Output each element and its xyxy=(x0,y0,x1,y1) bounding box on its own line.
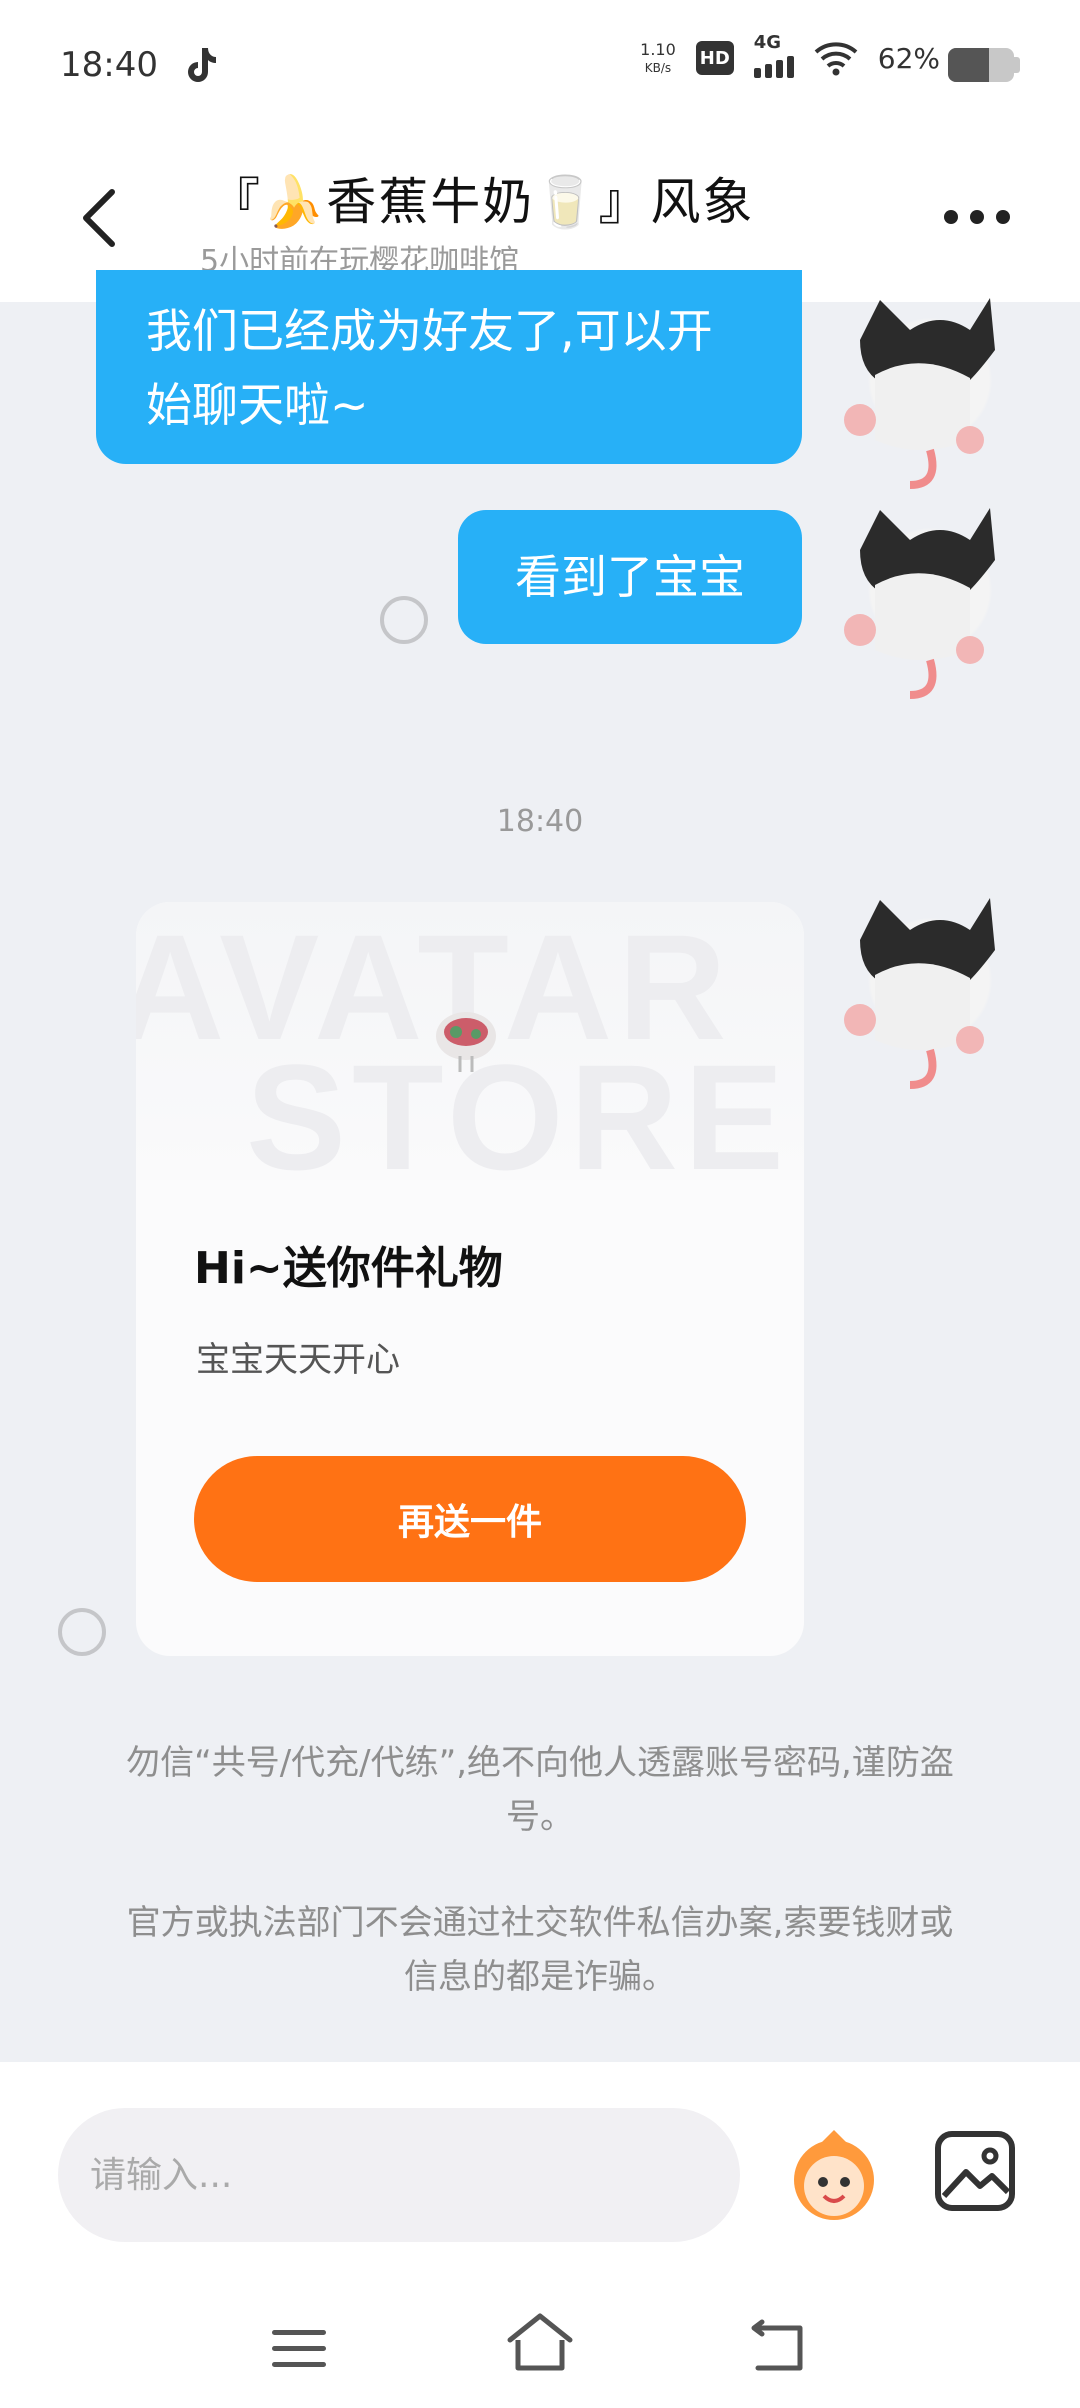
avatar[interactable] xyxy=(820,500,1020,700)
back-nav-icon[interactable] xyxy=(748,2318,808,2374)
home-icon[interactable] xyxy=(504,2310,576,2374)
back-icon[interactable] xyxy=(76,186,120,250)
message-bubble[interactable]: 我们已经成为好友了,可以开始聊天啦~ xyxy=(96,270,802,464)
status-indicators: 1.10 KB/s HD 4G 62% xyxy=(640,32,940,78)
avatar[interactable] xyxy=(820,890,1020,1090)
gift-title: Hi~送你件礼物 xyxy=(194,1243,503,1294)
network-label: 4G xyxy=(753,32,782,53)
watermark-text: STORE xyxy=(246,1033,791,1201)
signal-icon: 4G xyxy=(753,32,794,78)
net-speed-value: 1.10 xyxy=(640,40,676,59)
tiktok-icon xyxy=(187,48,216,82)
message-input[interactable] xyxy=(58,2108,740,2242)
net-speed-unit: KB/s xyxy=(644,61,672,75)
message-status-icon xyxy=(58,1608,106,1656)
menu-icon[interactable] xyxy=(270,2326,328,2372)
chat-title: 『🍌香蕉牛奶🥛』风象 xyxy=(210,173,755,231)
gift-item-icon xyxy=(436,1012,496,1072)
gift-message: 宝宝天天开心 xyxy=(196,1340,400,1380)
avatar[interactable] xyxy=(820,290,1020,490)
message-bubble[interactable]: 看到了宝宝 xyxy=(458,510,802,644)
battery-icon xyxy=(948,48,1014,82)
battery-fill xyxy=(948,48,989,82)
status-time: 18:40 xyxy=(60,45,158,85)
battery-tip xyxy=(1014,57,1020,73)
wifi-icon xyxy=(814,42,858,76)
chat-timestamp: 18:40 xyxy=(496,804,584,839)
hd-badge: HD xyxy=(695,41,734,75)
sticker-icon[interactable] xyxy=(780,2122,888,2230)
security-notice: 勿信“共号/代充/代练”,绝不向他人透露账号密码,谨防盗号。 xyxy=(126,1743,954,1837)
image-icon[interactable] xyxy=(934,2130,1016,2212)
gift-banner: AVATAR STORE xyxy=(136,902,804,1192)
message-status-icon xyxy=(380,596,428,644)
send-another-gift-button[interactable]: 再送一件 xyxy=(194,1456,746,1582)
more-icon[interactable] xyxy=(944,210,1010,224)
battery-percent: 62% xyxy=(877,41,940,75)
fraud-notice: 官方或执法部门不会通过社交软件私信办案,索要钱财或信息的都是诈骗。 xyxy=(126,1903,954,1997)
net-speed: 1.10 KB/s xyxy=(640,40,676,75)
gift-card[interactable]: AVATAR STORE Hi~送你件礼物 宝宝天天开心 再送一件 xyxy=(136,902,804,1656)
